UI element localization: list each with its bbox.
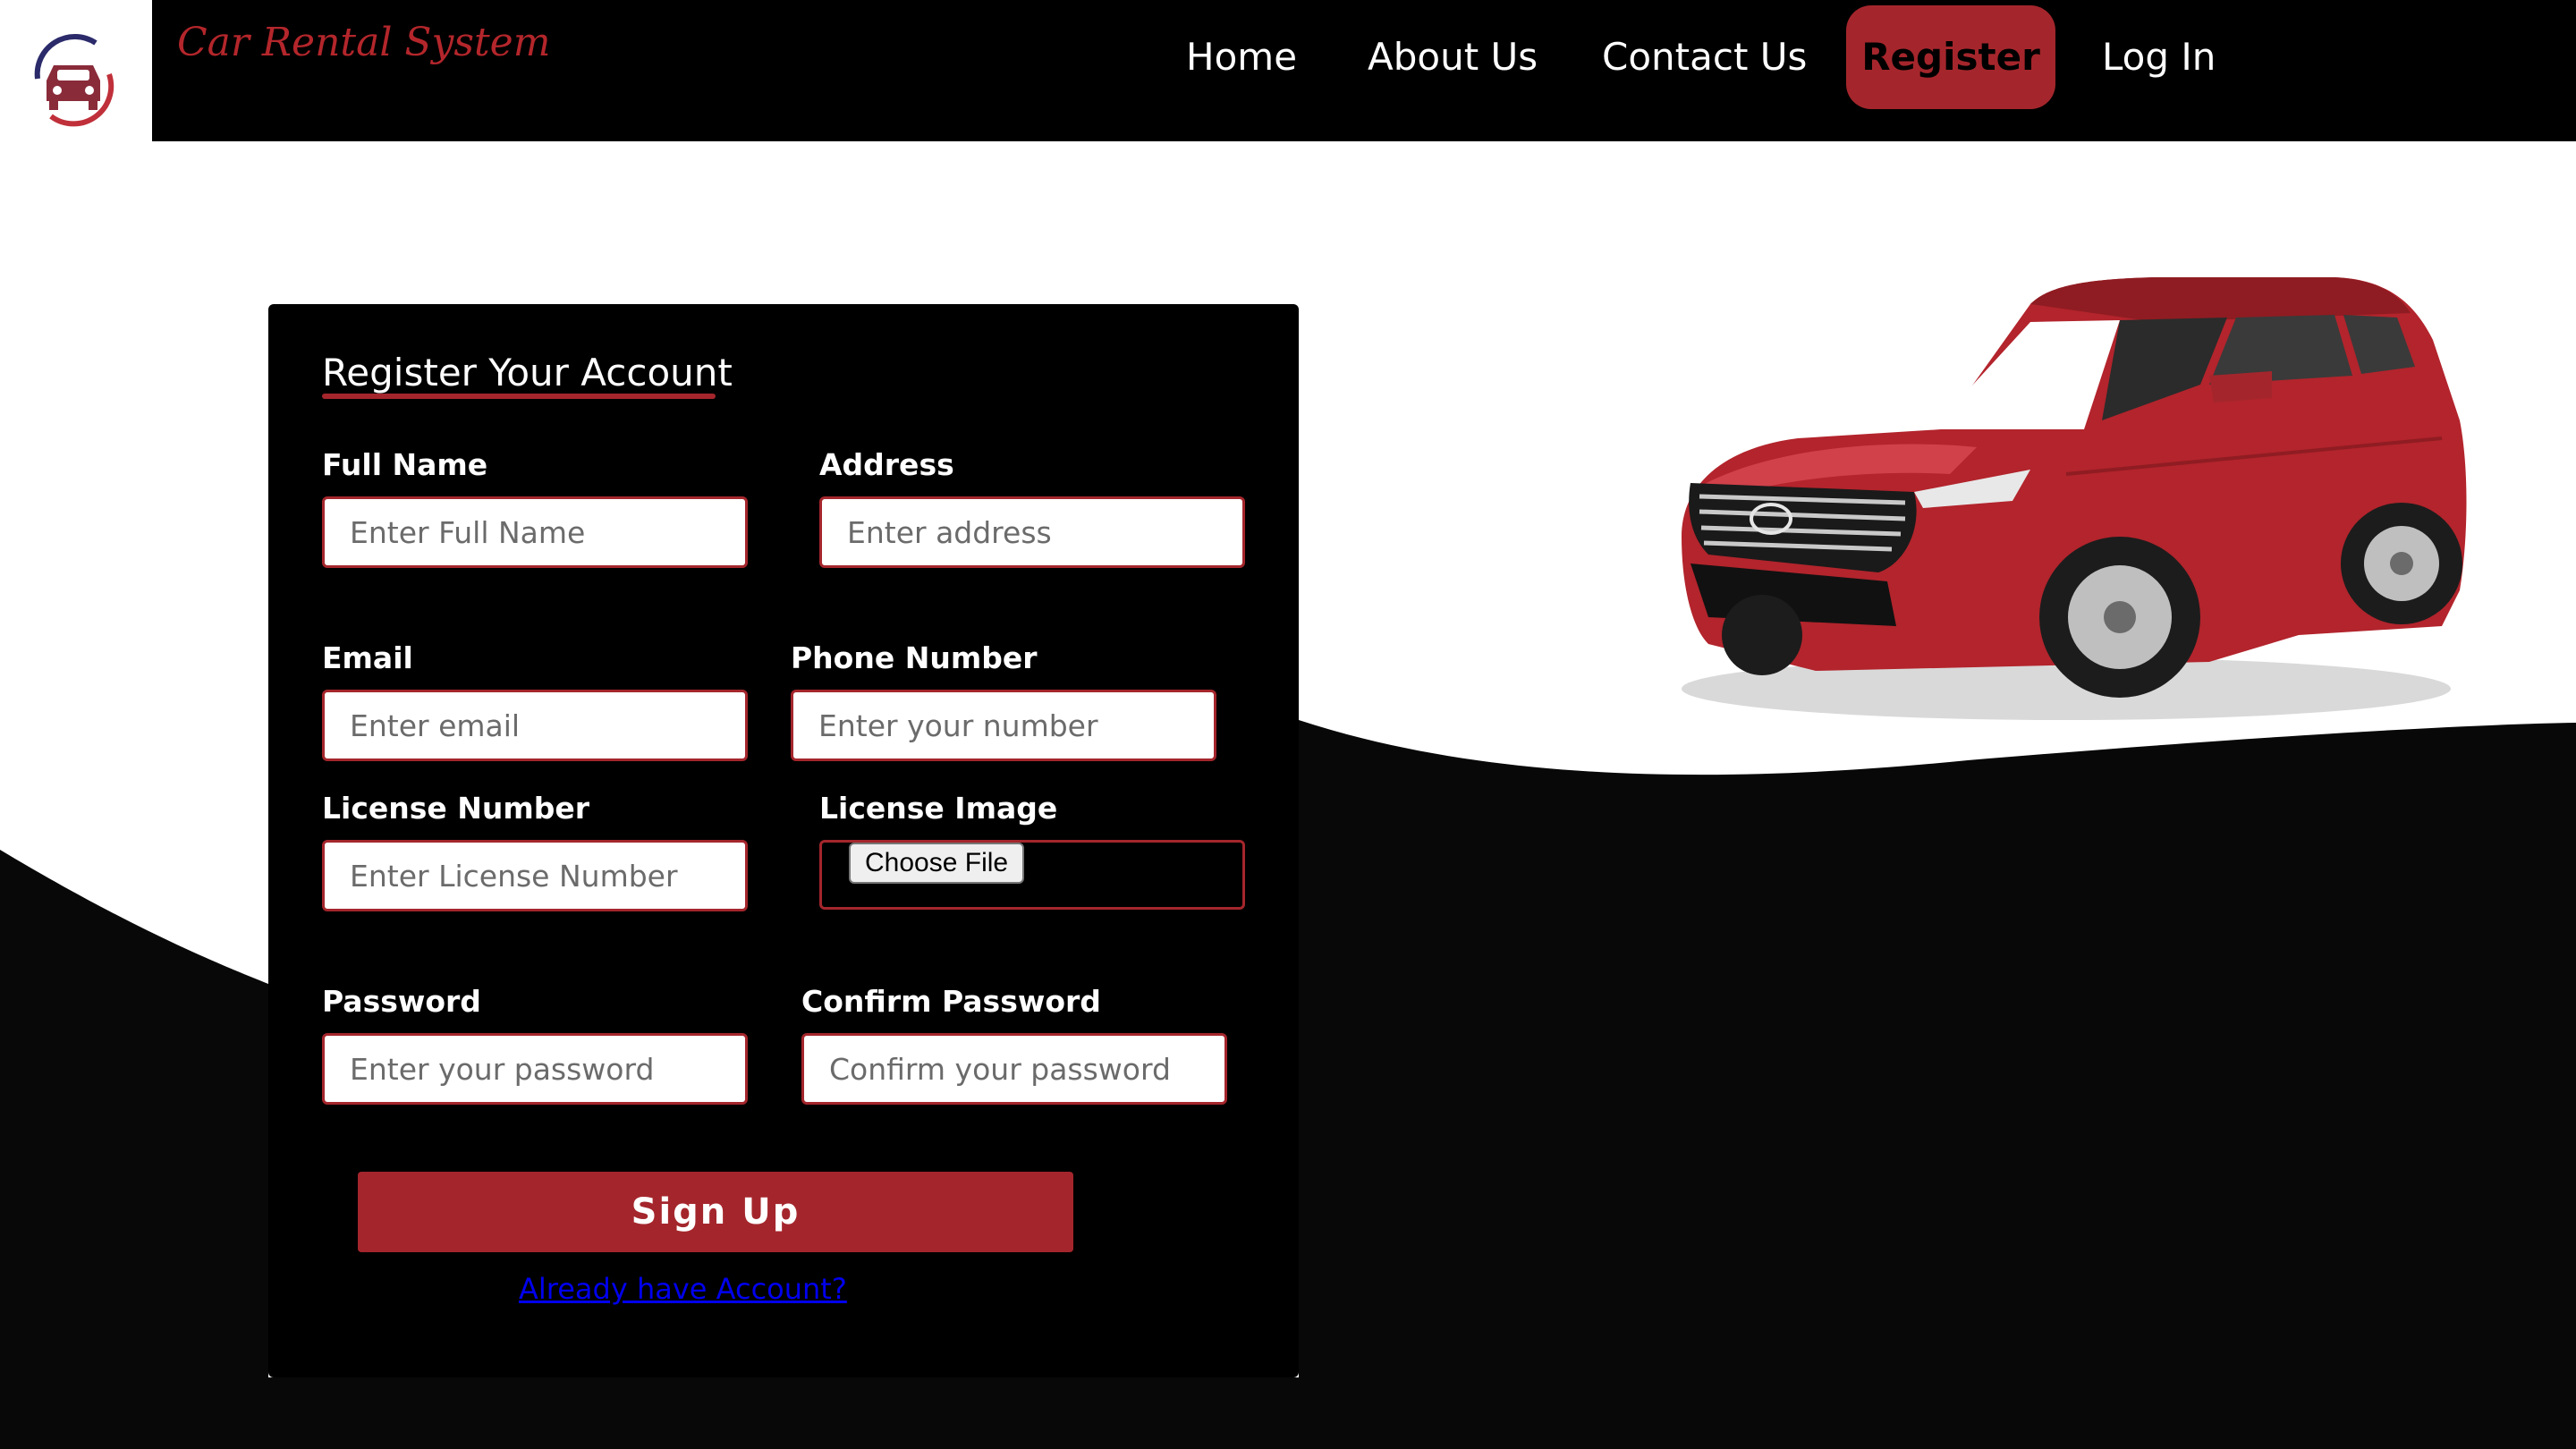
address-label: Address bbox=[819, 447, 954, 482]
form-title: Register Your Account bbox=[322, 351, 733, 394]
password-label: Password bbox=[322, 984, 481, 1019]
phone-number-label: Phone Number bbox=[791, 640, 1038, 675]
nav-contact-us[interactable]: Contact Us bbox=[1602, 5, 1807, 109]
choose-file-button[interactable]: Choose File bbox=[849, 843, 1025, 884]
email-label: Email bbox=[322, 640, 413, 675]
top-navbar: Car Rental System Home About Us Contact … bbox=[0, 0, 2576, 141]
full-name-input[interactable] bbox=[322, 496, 748, 568]
register-form: Register Your Account Full Name Address … bbox=[268, 304, 1299, 1377]
license-image-field[interactable]: Choose File bbox=[819, 840, 1245, 910]
nav-log-in[interactable]: Log In bbox=[2102, 5, 2216, 109]
phone-number-input[interactable] bbox=[791, 690, 1216, 761]
address-input[interactable] bbox=[819, 496, 1245, 568]
title-underline bbox=[322, 394, 716, 399]
already-have-account-link[interactable]: Already have Account? bbox=[519, 1272, 847, 1306]
license-number-input[interactable] bbox=[322, 840, 748, 911]
license-image-label: License Image bbox=[819, 791, 1058, 826]
email-input[interactable] bbox=[322, 690, 748, 761]
full-name-label: Full Name bbox=[322, 447, 488, 482]
sign-up-button[interactable]: Sign Up bbox=[358, 1172, 1073, 1252]
logo[interactable] bbox=[0, 0, 152, 141]
car-image bbox=[1682, 277, 2467, 720]
brand-name: Car Rental System bbox=[177, 20, 551, 65]
confirm-password-label: Confirm Password bbox=[801, 984, 1101, 1019]
car-logo-icon bbox=[34, 33, 114, 127]
nav-about-us[interactable]: About Us bbox=[1368, 5, 1538, 109]
nav-home[interactable]: Home bbox=[1186, 5, 1297, 109]
nav-register[interactable]: Register bbox=[1846, 5, 2055, 109]
confirm-password-input[interactable] bbox=[801, 1033, 1227, 1105]
license-number-label: License Number bbox=[322, 791, 590, 826]
password-input[interactable] bbox=[322, 1033, 748, 1105]
